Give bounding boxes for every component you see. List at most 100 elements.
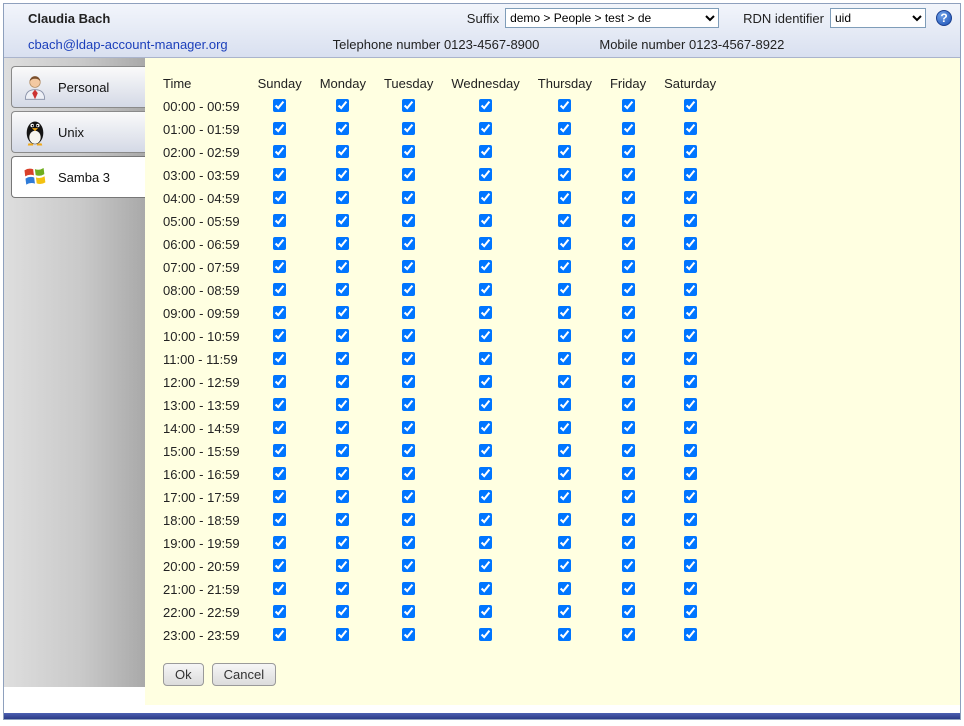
hour-day-checkbox[interactable]: [684, 513, 697, 526]
hour-day-checkbox[interactable]: [684, 582, 697, 595]
hour-day-checkbox[interactable]: [402, 168, 415, 181]
hour-day-checkbox[interactable]: [622, 237, 635, 250]
hour-day-checkbox[interactable]: [622, 168, 635, 181]
hour-day-checkbox[interactable]: [273, 536, 286, 549]
hour-day-checkbox[interactable]: [273, 375, 286, 388]
hour-day-checkbox[interactable]: [273, 467, 286, 480]
hour-day-checkbox[interactable]: [273, 559, 286, 572]
hour-day-checkbox[interactable]: [558, 605, 571, 618]
hour-day-checkbox[interactable]: [273, 329, 286, 342]
hour-day-checkbox[interactable]: [336, 283, 349, 296]
hour-day-checkbox[interactable]: [479, 168, 492, 181]
hour-day-checkbox[interactable]: [336, 145, 349, 158]
hour-day-checkbox[interactable]: [336, 375, 349, 388]
hour-day-checkbox[interactable]: [479, 306, 492, 319]
hour-day-checkbox[interactable]: [479, 122, 492, 135]
hour-day-checkbox[interactable]: [684, 605, 697, 618]
hour-day-checkbox[interactable]: [558, 467, 571, 480]
hour-day-checkbox[interactable]: [402, 628, 415, 641]
tab-samba3[interactable]: Samba 3: [11, 156, 145, 198]
hour-day-checkbox[interactable]: [558, 352, 571, 365]
hour-day-checkbox[interactable]: [273, 444, 286, 457]
hour-day-checkbox[interactable]: [558, 513, 571, 526]
hour-day-checkbox[interactable]: [336, 421, 349, 434]
hour-day-checkbox[interactable]: [558, 421, 571, 434]
hour-day-checkbox[interactable]: [622, 398, 635, 411]
hour-day-checkbox[interactable]: [479, 99, 492, 112]
hour-day-checkbox[interactable]: [273, 628, 286, 641]
hour-day-checkbox[interactable]: [622, 352, 635, 365]
hour-day-checkbox[interactable]: [558, 214, 571, 227]
hour-day-checkbox[interactable]: [273, 283, 286, 296]
hour-day-checkbox[interactable]: [684, 421, 697, 434]
hour-day-checkbox[interactable]: [402, 329, 415, 342]
hour-day-checkbox[interactable]: [558, 536, 571, 549]
hour-day-checkbox[interactable]: [479, 559, 492, 572]
hour-day-checkbox[interactable]: [336, 306, 349, 319]
hour-day-checkbox[interactable]: [479, 536, 492, 549]
hour-day-checkbox[interactable]: [558, 99, 571, 112]
hour-day-checkbox[interactable]: [622, 99, 635, 112]
hour-day-checkbox[interactable]: [273, 605, 286, 618]
hour-day-checkbox[interactable]: [402, 306, 415, 319]
hour-day-checkbox[interactable]: [558, 398, 571, 411]
hour-day-checkbox[interactable]: [622, 513, 635, 526]
hour-day-checkbox[interactable]: [336, 168, 349, 181]
hour-day-checkbox[interactable]: [402, 352, 415, 365]
hour-day-checkbox[interactable]: [558, 145, 571, 158]
hour-day-checkbox[interactable]: [402, 99, 415, 112]
hour-day-checkbox[interactable]: [479, 444, 492, 457]
hour-day-checkbox[interactable]: [479, 398, 492, 411]
help-icon[interactable]: ?: [936, 10, 952, 26]
hour-day-checkbox[interactable]: [684, 283, 697, 296]
hour-day-checkbox[interactable]: [336, 237, 349, 250]
hour-day-checkbox[interactable]: [336, 467, 349, 480]
hour-day-checkbox[interactable]: [622, 582, 635, 595]
hour-day-checkbox[interactable]: [622, 145, 635, 158]
hour-day-checkbox[interactable]: [273, 582, 286, 595]
hour-day-checkbox[interactable]: [558, 628, 571, 641]
hour-day-checkbox[interactable]: [684, 628, 697, 641]
hour-day-checkbox[interactable]: [622, 214, 635, 227]
hour-day-checkbox[interactable]: [684, 260, 697, 273]
hour-day-checkbox[interactable]: [336, 329, 349, 342]
tab-unix[interactable]: Unix: [11, 111, 145, 153]
hour-day-checkbox[interactable]: [402, 490, 415, 503]
hour-day-checkbox[interactable]: [622, 467, 635, 480]
hour-day-checkbox[interactable]: [336, 444, 349, 457]
hour-day-checkbox[interactable]: [336, 214, 349, 227]
hour-day-checkbox[interactable]: [684, 329, 697, 342]
hour-day-checkbox[interactable]: [622, 191, 635, 204]
hour-day-checkbox[interactable]: [558, 444, 571, 457]
hour-day-checkbox[interactable]: [336, 559, 349, 572]
hour-day-checkbox[interactable]: [402, 582, 415, 595]
hour-day-checkbox[interactable]: [402, 559, 415, 572]
hour-day-checkbox[interactable]: [273, 237, 286, 250]
tab-personal[interactable]: Personal: [11, 66, 145, 108]
hour-day-checkbox[interactable]: [479, 260, 492, 273]
hour-day-checkbox[interactable]: [273, 513, 286, 526]
hour-day-checkbox[interactable]: [273, 214, 286, 227]
hour-day-checkbox[interactable]: [479, 145, 492, 158]
hour-day-checkbox[interactable]: [479, 283, 492, 296]
hour-day-checkbox[interactable]: [336, 99, 349, 112]
hour-day-checkbox[interactable]: [402, 444, 415, 457]
hour-day-checkbox[interactable]: [622, 421, 635, 434]
hour-day-checkbox[interactable]: [273, 398, 286, 411]
hour-day-checkbox[interactable]: [684, 352, 697, 365]
hour-day-checkbox[interactable]: [479, 513, 492, 526]
hour-day-checkbox[interactable]: [558, 168, 571, 181]
hour-day-checkbox[interactable]: [336, 191, 349, 204]
hour-day-checkbox[interactable]: [684, 444, 697, 457]
hour-day-checkbox[interactable]: [273, 421, 286, 434]
hour-day-checkbox[interactable]: [336, 398, 349, 411]
hour-day-checkbox[interactable]: [402, 214, 415, 227]
email-link[interactable]: cbach@ldap-account-manager.org: [28, 37, 228, 52]
cancel-button[interactable]: Cancel: [212, 663, 276, 686]
hour-day-checkbox[interactable]: [336, 536, 349, 549]
hour-day-checkbox[interactable]: [479, 467, 492, 480]
hour-day-checkbox[interactable]: [558, 260, 571, 273]
ok-button[interactable]: Ok: [163, 663, 204, 686]
hour-day-checkbox[interactable]: [402, 122, 415, 135]
hour-day-checkbox[interactable]: [336, 122, 349, 135]
